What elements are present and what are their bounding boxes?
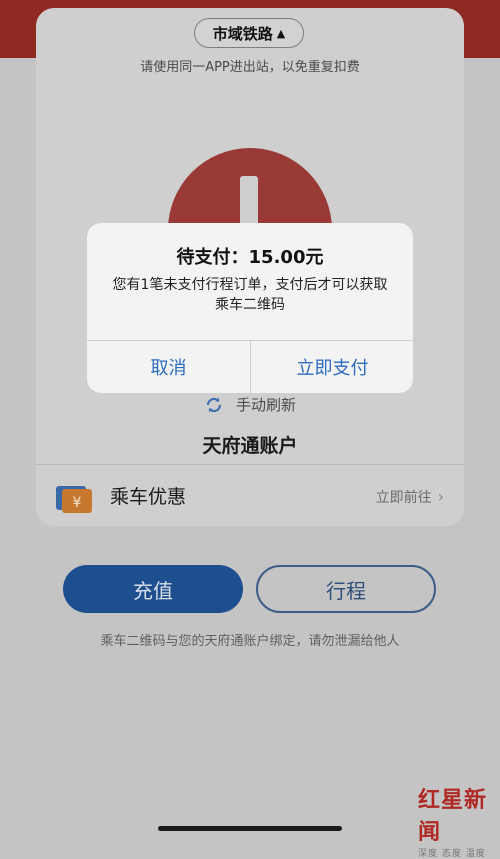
caret-up-icon: ▲ xyxy=(276,26,286,40)
account-title: 天府通账户 xyxy=(202,435,298,457)
entry-hint: 请使用同一APP进出站，以免重复扣费 xyxy=(140,60,360,75)
pay-now-button[interactable]: 立即支付 xyxy=(251,341,413,393)
refresh-icon xyxy=(206,397,222,412)
ticket-icon: ¥ xyxy=(56,486,92,513)
manual-refresh-button[interactable]: 手动刷新 xyxy=(36,394,464,415)
watermark-subtitle: 深度 态度 温度 xyxy=(418,849,486,859)
benefit-label: 乘车优惠 xyxy=(110,486,187,508)
dialog-title: 待支付：15.00元 xyxy=(176,247,324,268)
benefit-go-label: 立即前往 xyxy=(375,490,432,506)
footer-note: 乘车二维码与您的天府通账户绑定，请勿泄漏给他人 xyxy=(100,634,400,649)
recharge-button[interactable]: 充值 xyxy=(63,565,243,613)
chevron-right-icon: › xyxy=(437,487,444,506)
watermark-logo: 红星新闻 深度 态度 温度 xyxy=(418,782,498,859)
dialog-message: 您有1笔未支付行程订单，支付后才可以获取乘车二维码 xyxy=(112,277,388,313)
line-selector-label: 市域铁路 xyxy=(212,24,273,43)
trips-button[interactable]: 行程 xyxy=(256,565,436,613)
svg-text:¥: ¥ xyxy=(73,495,82,511)
cancel-button[interactable]: 取消 xyxy=(87,341,250,393)
line-selector-button[interactable]: 市域铁路 ▲ xyxy=(194,18,304,48)
payment-dialog: 待支付：15.00元 您有1笔未支付行程订单，支付后才可以获取乘车二维码 取消 … xyxy=(87,223,413,393)
refresh-label: 手动刷新 xyxy=(235,396,296,414)
home-indicator[interactable] xyxy=(158,826,342,831)
benefit-go-link[interactable]: 立即前往 › xyxy=(376,487,444,507)
ride-benefit-row[interactable]: ¥ 乘车优惠 立即前往 › xyxy=(36,465,464,525)
watermark-title: 红星新闻 xyxy=(418,787,488,845)
